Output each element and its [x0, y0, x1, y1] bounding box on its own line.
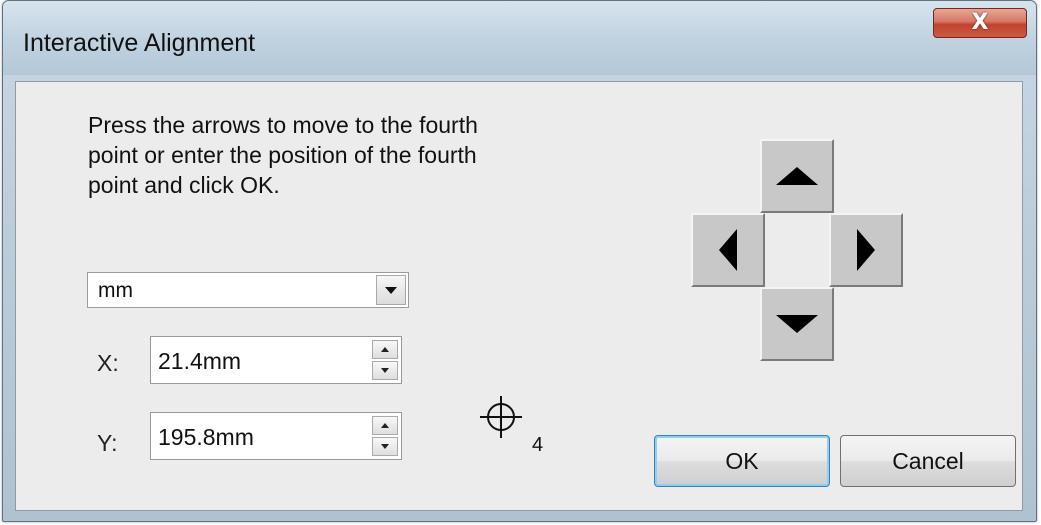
spin-up-icon [381, 347, 389, 352]
y-increment-button[interactable] [372, 416, 398, 435]
close-button[interactable]: X [933, 8, 1027, 38]
y-decrement-button[interactable] [372, 437, 398, 456]
x-decrement-button[interactable] [372, 361, 398, 380]
units-dropdown-value: mm [98, 279, 133, 302]
arrow-up-icon [776, 167, 818, 185]
chevron-down-icon [385, 286, 397, 294]
move-up-button[interactable] [760, 139, 834, 213]
window-title: Interactive Alignment [23, 29, 256, 57]
dialog-body: Press the arrows to move to the fourth p… [15, 81, 1023, 511]
dialog-window: Interactive Alignment X Press the arrows… [2, 0, 1037, 522]
x-increment-button[interactable] [372, 340, 398, 359]
point-number: 4 [532, 434, 544, 456]
y-label: Y: [97, 430, 118, 456]
arrow-left-icon [719, 229, 737, 271]
units-dropdown[interactable]: mm [87, 272, 409, 308]
y-position-input[interactable]: 195.8mm [158, 424, 254, 451]
arrow-down-icon [776, 315, 818, 333]
spin-up-icon [381, 423, 389, 428]
move-left-button[interactable] [691, 213, 765, 287]
y-position-stepper[interactable]: 195.8mm [150, 412, 402, 460]
spin-down-icon [381, 368, 389, 373]
title-bar: Interactive Alignment X [3, 1, 1036, 75]
x-position-input[interactable]: 21.4mm [158, 348, 241, 375]
arrow-right-icon [857, 229, 875, 271]
close-icon: X [971, 10, 989, 35]
cancel-button[interactable]: Cancel [840, 435, 1016, 487]
move-down-button[interactable] [760, 287, 834, 361]
x-spin-buttons [372, 340, 398, 380]
y-spin-buttons [372, 416, 398, 456]
move-right-button[interactable] [829, 213, 903, 287]
ok-button[interactable]: OK [654, 435, 830, 487]
instruction-text: Press the arrows to move to the fourth p… [88, 112, 478, 198]
crosshair-icon [480, 396, 522, 438]
dropdown-button[interactable] [376, 275, 406, 305]
spin-down-icon [381, 444, 389, 449]
x-label: X: [97, 350, 119, 376]
x-position-stepper[interactable]: 21.4mm [150, 336, 402, 384]
